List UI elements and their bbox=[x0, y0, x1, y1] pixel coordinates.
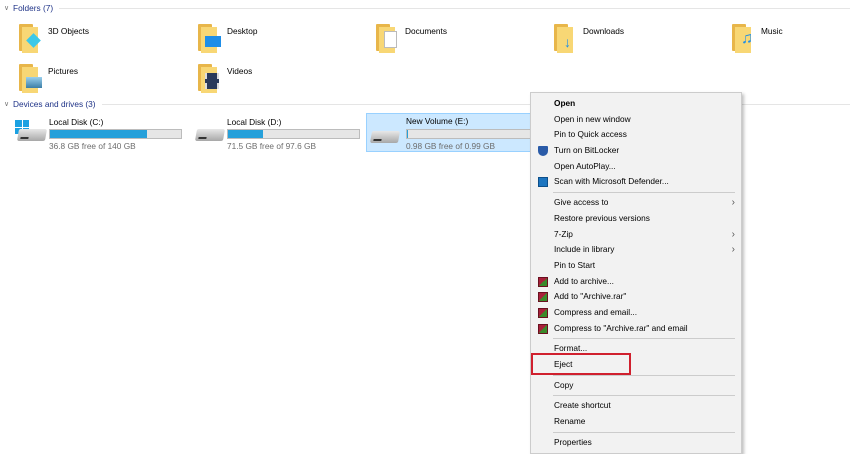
menu-open[interactable]: Open bbox=[531, 96, 741, 112]
hard-drive-icon bbox=[369, 131, 401, 143]
menu-give-access[interactable]: Give access to › bbox=[531, 195, 741, 211]
menu-copy[interactable]: Copy bbox=[531, 378, 741, 394]
folder-3d-objects[interactable]: 3D Objects bbox=[17, 22, 187, 58]
drive-d[interactable]: Local Disk (D:) 71.5 GB free of 97.6 GB bbox=[192, 115, 362, 151]
menu-scan-defender[interactable]: Scan with Microsoft Defender... bbox=[531, 174, 741, 190]
folder-music[interactable]: ♫ Music bbox=[730, 22, 850, 58]
menu-add-archive[interactable]: Add to archive... bbox=[531, 274, 741, 290]
downloads-folder-icon: ↓ bbox=[552, 22, 582, 54]
usage-bar bbox=[227, 129, 360, 139]
videos-folder-icon bbox=[196, 62, 226, 94]
chevron-right-icon: › bbox=[731, 228, 735, 240]
usage-bar bbox=[49, 129, 182, 139]
menu-pin-quick-access[interactable]: Pin to Quick access bbox=[531, 127, 741, 143]
winrar-icon bbox=[538, 307, 548, 318]
winrar-icon bbox=[538, 323, 548, 334]
winrar-icon bbox=[538, 276, 548, 287]
chevron-down-icon: ∨ bbox=[4, 5, 10, 12]
desktop-folder-icon bbox=[196, 22, 226, 54]
menu-compress-email[interactable]: Compress and email... bbox=[531, 305, 741, 321]
menu-pin-start[interactable]: Pin to Start bbox=[531, 258, 741, 274]
folder-documents[interactable]: Documents bbox=[374, 22, 544, 58]
hard-drive-icon bbox=[194, 129, 226, 141]
folders-group-header[interactable]: ∨ Folders (7) bbox=[4, 3, 850, 13]
context-menu: Open Open in new window Pin to Quick acc… bbox=[530, 92, 742, 454]
hard-drive-icon bbox=[16, 129, 48, 141]
menu-restore-versions[interactable]: Restore previous versions bbox=[531, 211, 741, 227]
usage-bar bbox=[406, 129, 539, 139]
menu-create-shortcut[interactable]: Create shortcut bbox=[531, 398, 741, 414]
menu-open-new-window[interactable]: Open in new window bbox=[531, 112, 741, 128]
folder-downloads[interactable]: ↓ Downloads bbox=[552, 22, 722, 58]
menu-autoplay[interactable]: Open AutoPlay... bbox=[531, 159, 741, 175]
defender-icon bbox=[538, 177, 548, 188]
music-folder-icon: ♫ bbox=[730, 22, 760, 54]
chevron-right-icon: › bbox=[731, 244, 735, 256]
pictures-folder-icon bbox=[17, 62, 47, 94]
3d-objects-folder-icon bbox=[17, 22, 47, 54]
chevron-down-icon: ∨ bbox=[4, 101, 10, 108]
menu-properties[interactable]: Properties bbox=[531, 435, 741, 451]
menu-rename[interactable]: Rename bbox=[531, 414, 741, 430]
divider bbox=[59, 7, 850, 9]
drive-e[interactable]: New Volume (E:) 0.98 GB free of 0.99 GB bbox=[366, 113, 541, 152]
winrar-icon bbox=[538, 292, 548, 303]
menu-add-archive-rar[interactable]: Add to "Archive.rar" bbox=[531, 289, 741, 305]
menu-include-library[interactable]: Include in library › bbox=[531, 242, 741, 258]
shield-icon bbox=[538, 146, 548, 157]
menu-compress-rar-email[interactable]: Compress to "Archive.rar" and email bbox=[531, 321, 741, 337]
folder-desktop[interactable]: Desktop bbox=[196, 22, 366, 58]
documents-folder-icon bbox=[374, 22, 404, 54]
eject-highlight-box bbox=[531, 353, 631, 375]
menu-7zip[interactable]: 7-Zip › bbox=[531, 227, 741, 243]
folder-videos[interactable]: Videos bbox=[196, 62, 366, 98]
folder-pictures[interactable]: Pictures bbox=[17, 62, 187, 98]
drive-c[interactable]: Local Disk (C:) 36.8 GB free of 140 GB bbox=[14, 115, 184, 151]
menu-bitlocker[interactable]: Turn on BitLocker bbox=[531, 143, 741, 159]
chevron-right-icon: › bbox=[731, 197, 735, 209]
